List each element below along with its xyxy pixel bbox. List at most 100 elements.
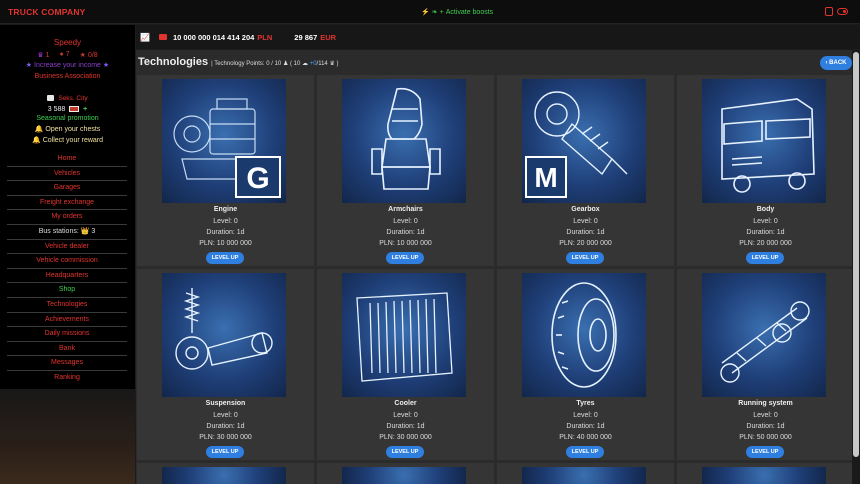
sidebar-item-ranking[interactable]: Ranking bbox=[7, 371, 127, 386]
sidebar-item-achievements[interactable]: Achievements bbox=[7, 313, 127, 328]
tech-duration: Duration: 1d bbox=[566, 229, 605, 236]
tech-level: Level: 0 bbox=[573, 218, 598, 225]
gearbox-icon: M bbox=[522, 79, 646, 203]
increase-income-link[interactable]: ★ Increase your income ★ bbox=[0, 61, 135, 69]
tech-image bbox=[702, 467, 826, 484]
page-header: Technologies | Technology Points: 0 / 10… bbox=[138, 56, 339, 68]
star-icon: ★ bbox=[79, 52, 86, 59]
level-stat: ♛ 1 bbox=[37, 52, 50, 59]
tech-price: PLN: 30 000 000 bbox=[379, 434, 432, 441]
svg-text:G: G bbox=[246, 162, 269, 195]
city-link[interactable]: Seks. City bbox=[0, 95, 135, 102]
scrollbar[interactable] bbox=[852, 50, 860, 484]
activate-boosts-label: Activate boosts bbox=[445, 8, 494, 16]
level-up-button[interactable]: LEVEL UP bbox=[566, 252, 604, 264]
level-up-button[interactable]: LEVEL UP bbox=[206, 252, 244, 264]
tech-level: Level: 0 bbox=[213, 412, 238, 419]
theme-toggle-icon[interactable] bbox=[837, 8, 848, 15]
tech-name: Suspension bbox=[205, 400, 246, 407]
sidebar-item-my-orders[interactable]: My orders bbox=[7, 210, 127, 225]
tech-card-suspension: Suspension Level: 0 Duration: 1d PLN: 30… bbox=[137, 269, 314, 460]
tyre-icon bbox=[522, 273, 646, 397]
activate-boosts-link[interactable]: ⚡ ❧ + Activate boosts bbox=[421, 8, 494, 17]
tech-card-partial bbox=[137, 463, 314, 484]
wallet-icon[interactable] bbox=[158, 34, 167, 40]
tech-name: Body bbox=[756, 206, 775, 213]
tech-price: PLN: 40 000 000 bbox=[559, 434, 612, 441]
level-up-button[interactable]: LEVEL UP bbox=[566, 446, 604, 458]
user-name[interactable]: Speedy bbox=[0, 38, 135, 47]
stars-stat: ★ 0/8 bbox=[79, 52, 98, 59]
tech-card-engine: G Engine Level: 0 Duration: 1d PLN: 10 0… bbox=[137, 75, 314, 266]
sidebar-item-daily-missions[interactable]: Daily missions bbox=[7, 327, 127, 342]
chassis-icon bbox=[702, 273, 826, 397]
sidebar-item-technologies[interactable]: Technologies bbox=[7, 298, 127, 313]
suspension-icon bbox=[162, 273, 286, 397]
tech-card-armchairs: Armchairs Level: 0 Duration: 1d PLN: 10 … bbox=[317, 75, 494, 266]
technology-points: | Technology Points: 0 / 10 ♟ ( 10 ☁ +0/… bbox=[211, 61, 339, 67]
sidebar-item-home[interactable]: Home bbox=[7, 152, 127, 167]
top-bar: TRUCK COMPANY ⚡ ❧ + Activate boosts bbox=[0, 0, 860, 24]
tech-price: PLN: 10 000 000 bbox=[199, 240, 252, 247]
tech-duration: Duration: 1d bbox=[206, 423, 245, 430]
chart-icon[interactable]: 📈 bbox=[140, 33, 150, 42]
pln-amount: 10 000 000 014 414 204 bbox=[172, 32, 255, 42]
sidebar-item-shop[interactable]: Shop bbox=[7, 283, 127, 298]
tech-image bbox=[162, 467, 286, 484]
tech-name: Running system bbox=[738, 400, 793, 407]
business-association-link[interactable]: Business Association bbox=[0, 73, 135, 80]
sidebar-item-vehicle-dealer[interactable]: Vehicle dealer bbox=[7, 240, 127, 255]
sidebar-item-messages[interactable]: Messages bbox=[7, 356, 127, 371]
back-button[interactable]: ‹ BACK bbox=[820, 56, 852, 70]
seasonal-promotion-link[interactable]: Seasonal promotion bbox=[0, 115, 135, 122]
notification-icon[interactable] bbox=[825, 7, 833, 16]
radiator-icon bbox=[342, 273, 466, 397]
tech-duration: Duration: 1d bbox=[386, 229, 425, 236]
crown-icon: ♛ bbox=[329, 61, 335, 67]
main-content: Technologies | Technology Points: 0 / 10… bbox=[136, 50, 854, 484]
scrollbar-thumb[interactable] bbox=[853, 52, 859, 457]
tech-name: Engine bbox=[213, 206, 238, 213]
tech-price: PLN: 20 000 000 bbox=[739, 240, 792, 247]
sidebar-item-freight-exchange[interactable]: Freight exchange bbox=[7, 196, 127, 211]
secondary-money: 3 588 + bbox=[47, 106, 88, 113]
sidebar-item-headquarters[interactable]: Headquarters bbox=[7, 269, 127, 284]
sidebar-item-bus-stations[interactable]: Bus stations: 👑 3 bbox=[7, 225, 127, 240]
tech-price: PLN: 20 000 000 bbox=[559, 240, 612, 247]
leaf-icon: ❧ bbox=[431, 9, 438, 16]
plus-icon: + bbox=[439, 8, 444, 16]
collect-reward-link[interactable]: 🔔 Collect your reward bbox=[0, 136, 135, 144]
flag-icon bbox=[69, 106, 80, 112]
bell-icon: 🔔 bbox=[31, 137, 41, 144]
sidebar-item-bank[interactable]: Bank bbox=[7, 342, 127, 357]
level-up-button[interactable]: LEVEL UP bbox=[746, 446, 784, 458]
tech-duration: Duration: 1d bbox=[206, 229, 245, 236]
seat-icon bbox=[342, 79, 466, 203]
open-chests-link[interactable]: 🔔 Open your chests bbox=[0, 125, 135, 133]
sidebar-item-vehicle-commission[interactable]: Vehicle commission bbox=[7, 254, 127, 269]
tech-level: Level: 0 bbox=[393, 412, 418, 419]
tech-duration: Duration: 1d bbox=[566, 423, 605, 430]
sidebar-item-vehicles[interactable]: Vehicles bbox=[7, 167, 127, 182]
level-up-button[interactable]: LEVEL UP bbox=[386, 252, 424, 264]
currency-bar: 📈 10 000 000 014 414 204 PLN 29 867 EUR bbox=[136, 25, 860, 49]
level-up-button[interactable]: LEVEL UP bbox=[206, 446, 244, 458]
tech-name: Cooler bbox=[394, 400, 417, 407]
level-up-button[interactable]: LEVEL UP bbox=[746, 252, 784, 264]
sidebar-item-garages[interactable]: Garages bbox=[7, 181, 127, 196]
badge-icon: ● bbox=[59, 51, 64, 58]
tech-image bbox=[522, 467, 646, 484]
user-stats: ♛ 1 ● 7 ★ 0/8 bbox=[0, 51, 135, 59]
crown-icon: ♛ bbox=[37, 52, 44, 59]
add-money-icon[interactable]: + bbox=[83, 106, 87, 113]
sidebar-decoration bbox=[0, 389, 135, 484]
tech-price: PLN: 50 000 000 bbox=[739, 434, 792, 441]
bell-icon: 🔔 bbox=[34, 126, 44, 133]
level-up-button[interactable]: LEVEL UP bbox=[386, 446, 424, 458]
tech-card-running-system: Running system Level: 0 Duration: 1d PLN… bbox=[677, 269, 854, 460]
lightning-icon: ⚡ bbox=[421, 9, 430, 16]
brand-logo[interactable]: TRUCK COMPANY bbox=[8, 7, 148, 17]
pln-label: PLN bbox=[257, 32, 273, 42]
svg-text:M: M bbox=[534, 162, 557, 193]
tech-name: Armchairs bbox=[388, 206, 423, 213]
